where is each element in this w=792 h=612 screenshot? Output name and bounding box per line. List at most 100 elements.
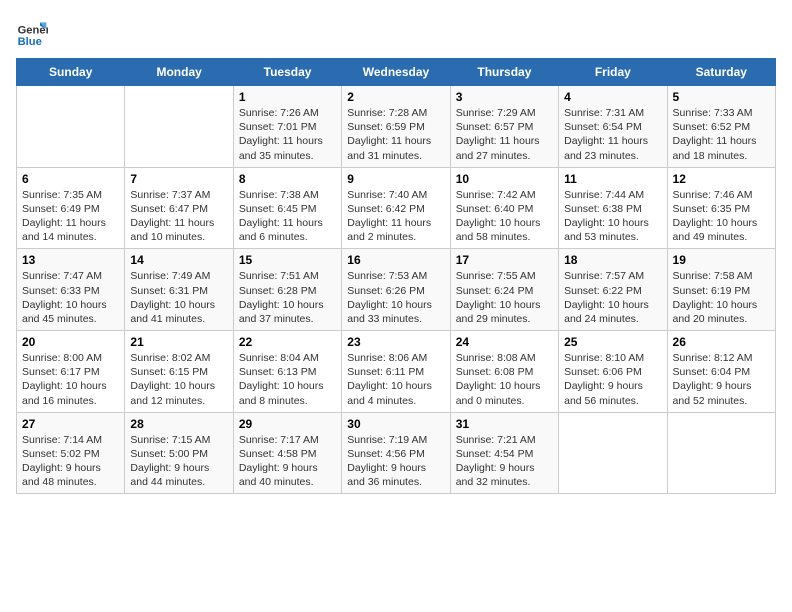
day-number: 22 — [239, 335, 336, 349]
calendar-cell: 30 Sunrise: 7:19 AM Sunset: 4:56 PM Dayli… — [342, 412, 450, 494]
day-number: 12 — [673, 172, 770, 186]
calendar-cell: 5 Sunrise: 7:33 AM Sunset: 6:52 PM Daylig… — [667, 86, 775, 168]
day-number: 26 — [673, 335, 770, 349]
calendar-cell: 27 Sunrise: 7:14 AM Sunset: 5:02 PM Dayli… — [17, 412, 125, 494]
day-number: 2 — [347, 90, 444, 104]
header-tuesday: Tuesday — [233, 59, 341, 86]
day-detail: Sunrise: 7:21 AM Sunset: 4:54 PM Dayligh… — [456, 433, 553, 490]
calendar-cell: 23 Sunrise: 8:06 AM Sunset: 6:11 PM Dayli… — [342, 331, 450, 413]
calendar-cell: 31 Sunrise: 7:21 AM Sunset: 4:54 PM Dayli… — [450, 412, 558, 494]
week-row-4: 20 Sunrise: 8:00 AM Sunset: 6:17 PM Dayli… — [17, 331, 776, 413]
day-number: 15 — [239, 253, 336, 267]
calendar-cell: 16Sunrise: 7:53 AM Sunset: 6:26 PM Dayli… — [342, 249, 450, 331]
calendar-cell: 21Sunrise: 8:02 AM Sunset: 6:15 PM Dayli… — [125, 331, 233, 413]
day-detail: Sunrise: 7:46 AM Sunset: 6:35 PM Dayligh… — [673, 188, 770, 245]
day-number: 30 — [347, 417, 444, 431]
calendar-cell: 15 Sunrise: 7:51 AM Sunset: 6:28 PM Dayli… — [233, 249, 341, 331]
day-detail: Sunrise: 8:04 AM Sunset: 6:13 PM Dayligh… — [239, 351, 336, 408]
day-detail: Sunrise: 7:38 AM Sunset: 6:45 PM Dayligh… — [239, 188, 336, 245]
calendar-cell: 10 Sunrise: 7:42 AM Sunset: 6:40 PM Dayli… — [450, 167, 558, 249]
day-detail: Sunrise: 7:55 AM Sunset: 6:24 PM Dayligh… — [456, 269, 553, 326]
day-detail: Sunrise: 7:44 AM Sunset: 6:38 PM Dayligh… — [564, 188, 661, 245]
day-number: 3 — [456, 90, 553, 104]
calendar-cell: 8 Sunrise: 7:38 AM Sunset: 6:45 PM Daylig… — [233, 167, 341, 249]
calendar-cell: 6Sunrise: 7:35 AM Sunset: 6:49 PM Daylig… — [17, 167, 125, 249]
calendar-cell: 29Sunrise: 7:17 AM Sunset: 4:58 PM Dayli… — [233, 412, 341, 494]
day-detail: Sunrise: 7:26 AM Sunset: 7:01 PM Dayligh… — [239, 106, 336, 163]
calendar-cell: 3 Sunrise: 7:29 AM Sunset: 6:57 PM Daylig… — [450, 86, 558, 168]
calendar-cell — [17, 86, 125, 168]
calendar-cell: 7Sunrise: 7:37 AM Sunset: 6:47 PM Daylig… — [125, 167, 233, 249]
day-number: 5 — [673, 90, 770, 104]
header-sunday: Sunday — [17, 59, 125, 86]
calendar-cell: 14 Sunrise: 7:49 AM Sunset: 6:31 PM Dayli… — [125, 249, 233, 331]
day-detail: Sunrise: 7:40 AM Sunset: 6:42 PM Dayligh… — [347, 188, 444, 245]
day-detail: Sunrise: 7:58 AM Sunset: 6:19 PM Dayligh… — [673, 269, 770, 326]
day-detail: Sunrise: 7:15 AM Sunset: 5:00 PM Dayligh… — [130, 433, 227, 490]
day-detail: Sunrise: 7:33 AM Sunset: 6:52 PM Dayligh… — [673, 106, 770, 163]
week-row-5: 27 Sunrise: 7:14 AM Sunset: 5:02 PM Dayli… — [17, 412, 776, 494]
day-number: 23 — [347, 335, 444, 349]
header-row: SundayMondayTuesdayWednesdayThursdayFrid… — [17, 59, 776, 86]
calendar-table: SundayMondayTuesdayWednesdayThursdayFrid… — [16, 58, 776, 494]
calendar-cell: 24 Sunrise: 8:08 AM Sunset: 6:08 PM Dayli… — [450, 331, 558, 413]
calendar-cell: 12 Sunrise: 7:46 AM Sunset: 6:35 PM Dayli… — [667, 167, 775, 249]
calendar-header: SundayMondayTuesdayWednesdayThursdayFrid… — [17, 59, 776, 86]
day-number: 13 — [22, 253, 119, 267]
day-number: 27 — [22, 417, 119, 431]
calendar-cell: 25 Sunrise: 8:10 AM Sunset: 6:06 PM Dayli… — [559, 331, 667, 413]
day-detail: Sunrise: 7:49 AM Sunset: 6:31 PM Dayligh… — [130, 269, 227, 326]
day-detail: Sunrise: 7:31 AM Sunset: 6:54 PM Dayligh… — [564, 106, 661, 163]
calendar-cell: 26 Sunrise: 8:12 AM Sunset: 6:04 PM Dayli… — [667, 331, 775, 413]
day-number: 7 — [130, 172, 227, 186]
calendar-cell: 22 Sunrise: 8:04 AM Sunset: 6:13 PM Dayli… — [233, 331, 341, 413]
header-thursday: Thursday — [450, 59, 558, 86]
day-detail: Sunrise: 7:29 AM Sunset: 6:57 PM Dayligh… — [456, 106, 553, 163]
day-number: 11 — [564, 172, 661, 186]
day-number: 24 — [456, 335, 553, 349]
day-number: 19 — [673, 253, 770, 267]
day-number: 21 — [130, 335, 227, 349]
header-monday: Monday — [125, 59, 233, 86]
day-detail: Sunrise: 8:00 AM Sunset: 6:17 PM Dayligh… — [22, 351, 119, 408]
day-detail: Sunrise: 8:12 AM Sunset: 6:04 PM Dayligh… — [673, 351, 770, 408]
day-detail: Sunrise: 8:06 AM Sunset: 6:11 PM Dayligh… — [347, 351, 444, 408]
day-detail: Sunrise: 7:42 AM Sunset: 6:40 PM Dayligh… — [456, 188, 553, 245]
svg-text:Blue: Blue — [18, 36, 42, 48]
day-detail: Sunrise: 7:51 AM Sunset: 6:28 PM Dayligh… — [239, 269, 336, 326]
calendar-cell: 19 Sunrise: 7:58 AM Sunset: 6:19 PM Dayli… — [667, 249, 775, 331]
header-saturday: Saturday — [667, 59, 775, 86]
day-number: 17 — [456, 253, 553, 267]
calendar-cell: 2 Sunrise: 7:28 AM Sunset: 6:59 PM Daylig… — [342, 86, 450, 168]
day-number: 14 — [130, 253, 227, 267]
day-number: 31 — [456, 417, 553, 431]
logo-icon: General Blue — [16, 16, 48, 48]
week-row-1: 1Sunrise: 7:26 AM Sunset: 7:01 PM Daylig… — [17, 86, 776, 168]
day-number: 4 — [564, 90, 661, 104]
calendar-cell: 11 Sunrise: 7:44 AM Sunset: 6:38 PM Dayli… — [559, 167, 667, 249]
day-detail: Sunrise: 7:19 AM Sunset: 4:56 PM Dayligh… — [347, 433, 444, 490]
day-number: 20 — [22, 335, 119, 349]
calendar-cell — [667, 412, 775, 494]
calendar-cell — [125, 86, 233, 168]
logo: General Blue — [16, 16, 52, 48]
day-number: 9 — [347, 172, 444, 186]
week-row-3: 13Sunrise: 7:47 AM Sunset: 6:33 PM Dayli… — [17, 249, 776, 331]
day-detail: Sunrise: 7:35 AM Sunset: 6:49 PM Dayligh… — [22, 188, 119, 245]
day-number: 10 — [456, 172, 553, 186]
day-detail: Sunrise: 8:08 AM Sunset: 6:08 PM Dayligh… — [456, 351, 553, 408]
header-wednesday: Wednesday — [342, 59, 450, 86]
calendar-cell: 28Sunrise: 7:15 AM Sunset: 5:00 PM Dayli… — [125, 412, 233, 494]
calendar-cell: 4 Sunrise: 7:31 AM Sunset: 6:54 PM Daylig… — [559, 86, 667, 168]
calendar-cell — [559, 412, 667, 494]
day-detail: Sunrise: 7:57 AM Sunset: 6:22 PM Dayligh… — [564, 269, 661, 326]
day-detail: Sunrise: 7:28 AM Sunset: 6:59 PM Dayligh… — [347, 106, 444, 163]
day-number: 18 — [564, 253, 661, 267]
day-number: 25 — [564, 335, 661, 349]
calendar-cell: 9 Sunrise: 7:40 AM Sunset: 6:42 PM Daylig… — [342, 167, 450, 249]
page-header: General Blue — [16, 16, 776, 48]
day-number: 29 — [239, 417, 336, 431]
day-detail: Sunrise: 7:14 AM Sunset: 5:02 PM Dayligh… — [22, 433, 119, 490]
day-detail: Sunrise: 8:10 AM Sunset: 6:06 PM Dayligh… — [564, 351, 661, 408]
day-number: 8 — [239, 172, 336, 186]
